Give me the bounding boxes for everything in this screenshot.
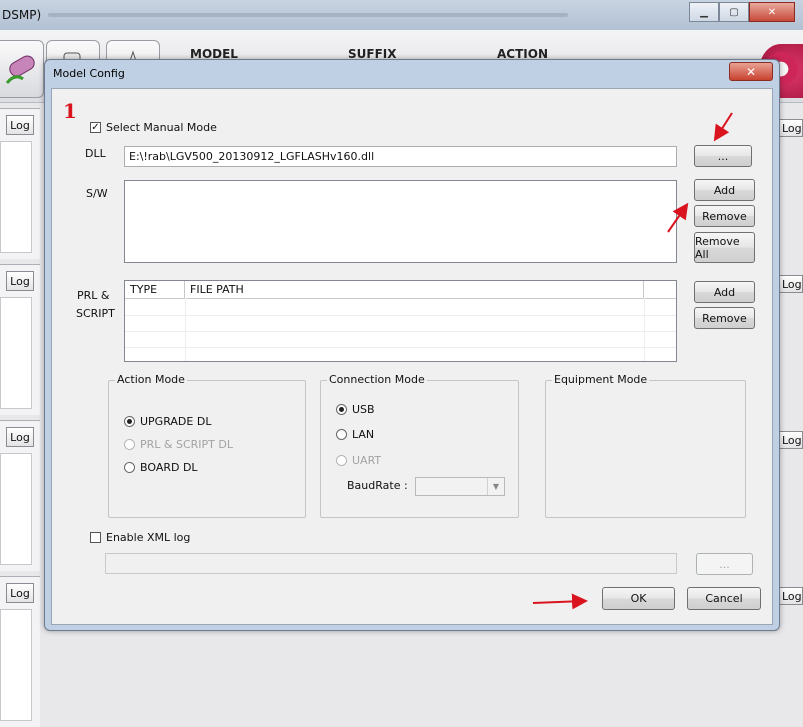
sw-add-button[interactable]: Add [694,179,755,201]
log-button[interactable]: Log [6,271,34,291]
prl-label: PRL & [77,289,110,302]
minimize-icon[interactable]: ▁ [689,2,719,22]
annotation-arrow-browse [713,112,733,142]
lan-radio[interactable] [336,429,347,440]
board-dl-radio[interactable] [124,462,135,473]
prl-add-button[interactable]: Add [694,281,755,303]
port-row: Log [0,108,40,259]
grid-line [125,347,676,348]
dialog-title: Model Config [53,67,125,80]
xml-log-checkbox[interactable] [90,532,101,543]
sw-label: S/W [86,187,108,200]
usb-label: USB [352,403,375,416]
uart-label: UART [352,454,382,467]
cancel-button[interactable]: Cancel [687,587,761,610]
lan-label: LAN [352,428,375,441]
dialog-body: 1 ✓ Select Manual Mode DLL ... S/W Add R… [51,88,773,625]
connection-mode-group: Connection Mode USB LAN UART BaudRate : … [320,373,519,518]
xml-log-label: Enable XML log [106,531,191,544]
prl-remove-button[interactable]: Remove [694,307,755,329]
sw-file-list[interactable] [124,180,677,263]
port-row: Log [0,576,40,727]
annotation-arrow-ok [532,593,588,610]
usb-radio[interactable] [336,404,347,415]
column-file-path[interactable]: FILE PATH [185,281,644,298]
upgrade-dl-label: UPGRADE DL [140,415,212,428]
close-icon: ✕ [745,64,757,79]
connector-tool-button[interactable] [0,40,44,98]
dialog-close-button[interactable]: ✕ [729,62,773,81]
log-button[interactable]: Log [6,427,34,447]
log-button[interactable]: Log [6,583,34,603]
cable-icon [5,55,35,84]
annotation-number: 1 [63,99,77,123]
model-config-dialog: Model Config ✕ 1 ✓ Select Manual Mode DL… [44,59,780,631]
log-button-right[interactable]: Log [777,275,803,293]
app-title: DSMP) [2,8,42,22]
port-panel [0,297,32,409]
xml-log-browse-button: ... [696,553,753,575]
manual-mode-label: Select Manual Mode [106,121,217,134]
sw-remove-all-button[interactable]: Remove All [694,232,755,263]
upgrade-dl-radio[interactable] [124,416,135,427]
script-label: SCRIPT [76,307,115,320]
baudrate-label: BaudRate : [347,479,408,492]
log-button-right[interactable]: Log [777,431,803,449]
port-row: Log [0,420,40,571]
dll-label: DLL [85,147,106,160]
manual-mode-checkbox[interactable]: ✓ [90,122,101,133]
sw-remove-button[interactable]: Remove [694,205,755,227]
maximize-icon[interactable]: ▢ [719,2,749,22]
chevron-down-icon: ▼ [487,478,504,495]
column-extra [644,281,676,298]
prl-table-header: TYPE FILE PATH [125,281,676,299]
prl-script-table[interactable]: TYPE FILE PATH [124,280,677,362]
log-button-right[interactable]: Log [777,119,803,137]
log-button[interactable]: Log [6,115,34,135]
connection-mode-title: Connection Mode [327,373,427,386]
window-close-icon[interactable]: ✕ [749,2,795,22]
grid-line [185,298,186,361]
port-panel [0,453,32,565]
board-dl-label: BOARD DL [140,461,198,474]
check-icon: ✓ [91,122,100,133]
prl-script-dl-radio [124,439,135,450]
equipment-mode-group: Equipment Mode [545,373,746,518]
port-row: Log [0,264,40,415]
dll-browse-button[interactable]: ... [694,145,752,167]
action-mode-title: Action Mode [115,373,187,386]
grid-line [125,331,676,332]
app-title-bar: DSMP) ▁ ▢ ✕ [0,0,803,31]
equipment-mode-title: Equipment Mode [552,373,650,386]
xml-log-path-input [105,553,677,574]
action-mode-group: Action Mode UPGRADE DL PRL & SCRIPT DL B… [108,373,306,518]
baudrate-select: ▼ [415,477,505,496]
grid-line [125,315,676,316]
column-type[interactable]: TYPE [125,281,185,298]
ok-button[interactable]: OK [602,587,675,610]
port-panel [0,609,32,721]
grid-line [644,298,645,361]
app-title-blurred [48,13,568,17]
uart-radio [336,455,347,466]
log-button-right[interactable]: Log [777,587,803,605]
dll-path-input[interactable] [124,146,677,167]
port-panel [0,141,32,253]
window-controls: ▁ ▢ ✕ [689,2,795,22]
prl-script-dl-label: PRL & SCRIPT DL [140,438,233,451]
